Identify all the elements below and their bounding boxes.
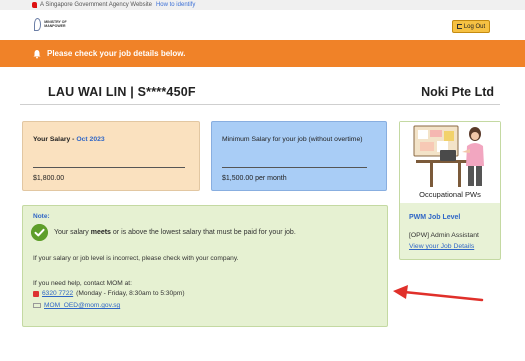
logo-text: MINISTRY OF MANPOWER <box>44 20 67 28</box>
check-circle-icon <box>31 224 48 241</box>
email-link[interactable]: MOM_OED@mom.gov.sg <box>44 302 120 309</box>
phone-icon <box>33 290 39 297</box>
phone-link[interactable]: 6320 7722 <box>42 290 73 297</box>
card-divider <box>222 167 367 168</box>
salary-month: Oct 2023 <box>76 136 105 143</box>
logout-label: Log Out <box>463 23 486 30</box>
note-box: Note: Your salary meets or is above the … <box>22 205 388 327</box>
your-salary-amount: $1,800.00 <box>33 175 65 182</box>
your-salary-label: Your Salary - Oct 2023 <box>33 136 105 143</box>
how-to-identify-link[interactable]: How to identify <box>156 2 195 8</box>
logout-icon <box>456 24 462 29</box>
view-job-details-link[interactable]: View your Job Details <box>409 243 474 250</box>
government-masthead: A Singapore Government Agency Website Ho… <box>0 0 525 10</box>
minimum-salary-card: Minimum Salary for your job (without ove… <box>211 121 387 191</box>
phone-hours: (Monday - Friday, 8:30am to 5:30pm) <box>76 290 185 297</box>
pwm-job-role: [OPW] Admin Assistant <box>409 232 479 239</box>
company-name: Noki Pte Ltd <box>421 85 494 99</box>
mom-logo-icon <box>34 17 42 31</box>
banner-text: Please check your job details below. <box>47 49 186 58</box>
office-worker-illustration <box>400 122 500 190</box>
salary-meets-text: Your salary meets or is above the lowest… <box>54 229 296 236</box>
notice-banner: Please check your job details below. <box>0 40 525 67</box>
incorrect-info-text: If your salary or job level is incorrect… <box>33 255 239 262</box>
lion-head-icon <box>32 2 37 8</box>
red-arrow-annotation <box>393 285 484 302</box>
agency-text: A Singapore Government Agency Website <box>40 2 152 8</box>
help-text: If you need help, contact MOM at: <box>33 280 132 287</box>
site-header: MINISTRY OF MANPOWER Log Out <box>0 10 525 40</box>
mom-logo[interactable]: MINISTRY OF MANPOWER <box>34 14 78 34</box>
worker-name-nric: LAU WAI LIN | S****450F <box>48 85 196 99</box>
minimum-salary-amount: $1,500.00 per month <box>222 175 287 182</box>
card-divider <box>33 167 185 168</box>
identity-row: LAU WAI LIN | S****450F Noki Pte Ltd <box>20 82 500 104</box>
minimum-salary-label: Minimum Salary for your job (without ove… <box>222 136 363 143</box>
phone-row: 6320 7722 (Monday - Friday, 8:30am to 5:… <box>33 290 185 297</box>
mail-icon <box>33 303 41 308</box>
bell-icon <box>33 49 41 58</box>
email-row: MOM_OED@mom.gov.sg <box>33 302 120 309</box>
pwm-job-level-title: PWM Job Level <box>409 214 461 221</box>
divider <box>20 104 500 105</box>
logout-button[interactable]: Log Out <box>452 20 490 33</box>
note-title: Note: <box>33 213 50 220</box>
pw-caption: Occupational PWs <box>400 190 500 203</box>
pw-card: Occupational PWs PWM Job Level [OPW] Adm… <box>399 121 501 260</box>
your-salary-card: Your Salary - Oct 2023 $1,800.00 <box>22 121 200 191</box>
